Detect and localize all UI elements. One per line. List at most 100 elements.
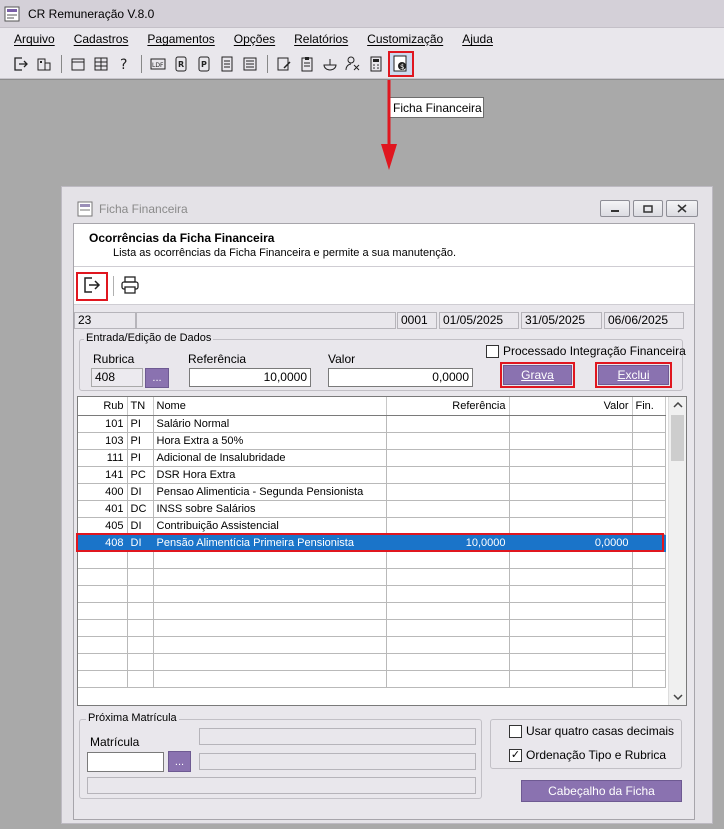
cell-rub: 101 <box>78 415 128 433</box>
exclui-button[interactable]: Exclui <box>598 365 669 385</box>
ficha-financeira-icon[interactable]: $ <box>388 51 414 77</box>
printer-icon <box>120 275 140 297</box>
list-icon[interactable] <box>239 53 261 75</box>
close-button[interactable] <box>666 200 698 217</box>
help-icon[interactable]: ? <box>113 53 135 75</box>
grid-scrollbar[interactable] <box>668 397 686 705</box>
col-referencia[interactable]: Referência <box>386 397 510 416</box>
cell-fin <box>632 568 666 586</box>
svg-text:$: $ <box>400 63 404 71</box>
empty-row[interactable] <box>78 585 666 603</box>
grava-button[interactable]: Grava <box>503 365 572 385</box>
cell-fin <box>632 466 666 484</box>
empty-row[interactable] <box>78 602 666 620</box>
empty-row[interactable] <box>78 619 666 637</box>
report-p-icon[interactable]: P <box>193 53 215 75</box>
matricula-lookup-button[interactable]: ... <box>168 751 191 772</box>
table-row[interactable]: 405 DI Contribuição Assistencial <box>78 517 666 535</box>
report-r-icon[interactable]: R <box>170 53 192 75</box>
toolbar-separator <box>267 55 268 73</box>
menu-pagamentos[interactable]: Pagamentos <box>147 32 214 46</box>
scale-icon[interactable] <box>319 53 341 75</box>
cell-fin <box>632 449 666 467</box>
rubrica-lookup-button[interactable]: ... <box>145 368 169 388</box>
cell-rub <box>78 602 128 620</box>
calculator-icon[interactable] <box>365 53 387 75</box>
menu-opcoes[interactable]: Opções <box>234 32 275 46</box>
calendar-icon[interactable] <box>67 53 89 75</box>
rubrica-input[interactable]: 408 <box>91 368 143 387</box>
grid-header-row: Rub TN Nome Referência Valor Fin. <box>78 397 666 416</box>
cell-rub: 141 <box>78 466 128 484</box>
document-icon[interactable] <box>216 53 238 75</box>
scroll-down-icon[interactable] <box>669 689 687 705</box>
employee-name <box>136 312 396 329</box>
processado-checkbox[interactable] <box>486 345 499 358</box>
cell-referencia <box>386 619 510 637</box>
table-row[interactable]: 103 PI Hora Extra a 50% <box>78 432 666 450</box>
cell-tn <box>127 568 154 586</box>
menu-arquivo[interactable]: Arquivo <box>14 32 55 46</box>
empty-row[interactable] <box>78 636 666 654</box>
empty-row[interactable] <box>78 653 666 671</box>
window-icon <box>77 201 93 217</box>
cell-rub <box>78 653 128 671</box>
table-row[interactable]: 401 DC INSS sobre Salários <box>78 500 666 518</box>
table-row[interactable]: 400 DI Pensao Alimenticia - Segunda Pensio… <box>78 483 666 501</box>
cell-tn <box>127 585 154 603</box>
col-tn[interactable]: TN <box>127 397 154 416</box>
table-row[interactable]: 101 PI Salário Normal <box>78 415 666 433</box>
table-icon[interactable] <box>90 53 112 75</box>
cell-referencia <box>386 517 510 535</box>
cell-valor <box>509 636 633 654</box>
cell-referencia <box>386 602 510 620</box>
valor-label: Valor <box>328 352 356 366</box>
table-row[interactable]: 111 PI Adicional de Insalubridade <box>78 449 666 467</box>
maximize-button[interactable] <box>633 200 663 217</box>
minimize-button[interactable] <box>600 200 630 217</box>
ordenacao-checkbox[interactable]: ✓ <box>509 749 522 762</box>
table-row[interactable]: 141 PC DSR Hora Extra <box>78 466 666 484</box>
col-rub[interactable]: Rub <box>78 397 128 416</box>
cell-rub <box>78 551 128 569</box>
menu-customizacao[interactable]: Customização <box>367 32 443 46</box>
ldf-icon[interactable]: LDF <box>147 53 169 75</box>
referencia-input[interactable]: 10,0000 <box>189 368 311 387</box>
clipboard-icon[interactable] <box>296 53 318 75</box>
print-button[interactable] <box>118 275 142 297</box>
quatro-casas-checkbox[interactable] <box>509 725 522 738</box>
person-x-icon[interactable] <box>342 53 364 75</box>
cell-valor <box>509 568 633 586</box>
empty-row[interactable] <box>78 670 666 688</box>
cell-tn: PI <box>127 415 154 433</box>
exit-button[interactable] <box>76 272 108 301</box>
scroll-up-icon[interactable] <box>669 397 687 413</box>
menu-relatorios[interactable]: Relatórios <box>294 32 348 46</box>
cell-valor <box>509 602 633 620</box>
header-title: Ocorrências da Ficha Financeira <box>89 231 275 245</box>
valor-input[interactable]: 0,0000 <box>328 368 473 387</box>
cell-rub <box>78 670 128 688</box>
cell-nome <box>153 585 387 603</box>
exit-icon[interactable] <box>10 53 32 75</box>
cell-referencia <box>386 653 510 671</box>
cell-fin <box>632 500 666 518</box>
scroll-thumb[interactable] <box>671 415 684 461</box>
cell-rub <box>78 568 128 586</box>
cell-fin <box>632 670 666 688</box>
app-title-bar: CR Remuneração V.8.0 <box>0 0 724 28</box>
cabecalho-ficha-button[interactable]: Cabeçalho da Ficha <box>521 780 682 802</box>
empty-row[interactable] <box>78 551 666 569</box>
toolbar-separator <box>113 276 114 296</box>
rubrica-label: Rubrica <box>93 352 135 366</box>
employee-code: 23 <box>74 312 136 329</box>
col-fin[interactable]: Fin. <box>632 397 666 416</box>
menu-ajuda[interactable]: Ajuda <box>462 32 493 46</box>
matricula-input[interactable] <box>87 752 164 772</box>
empty-row[interactable] <box>78 568 666 586</box>
company-icon[interactable] <box>33 53 55 75</box>
col-valor[interactable]: Valor <box>509 397 633 416</box>
edit-doc-icon[interactable] <box>273 53 295 75</box>
col-nome[interactable]: Nome <box>153 397 387 416</box>
menu-cadastros[interactable]: Cadastros <box>74 32 129 46</box>
